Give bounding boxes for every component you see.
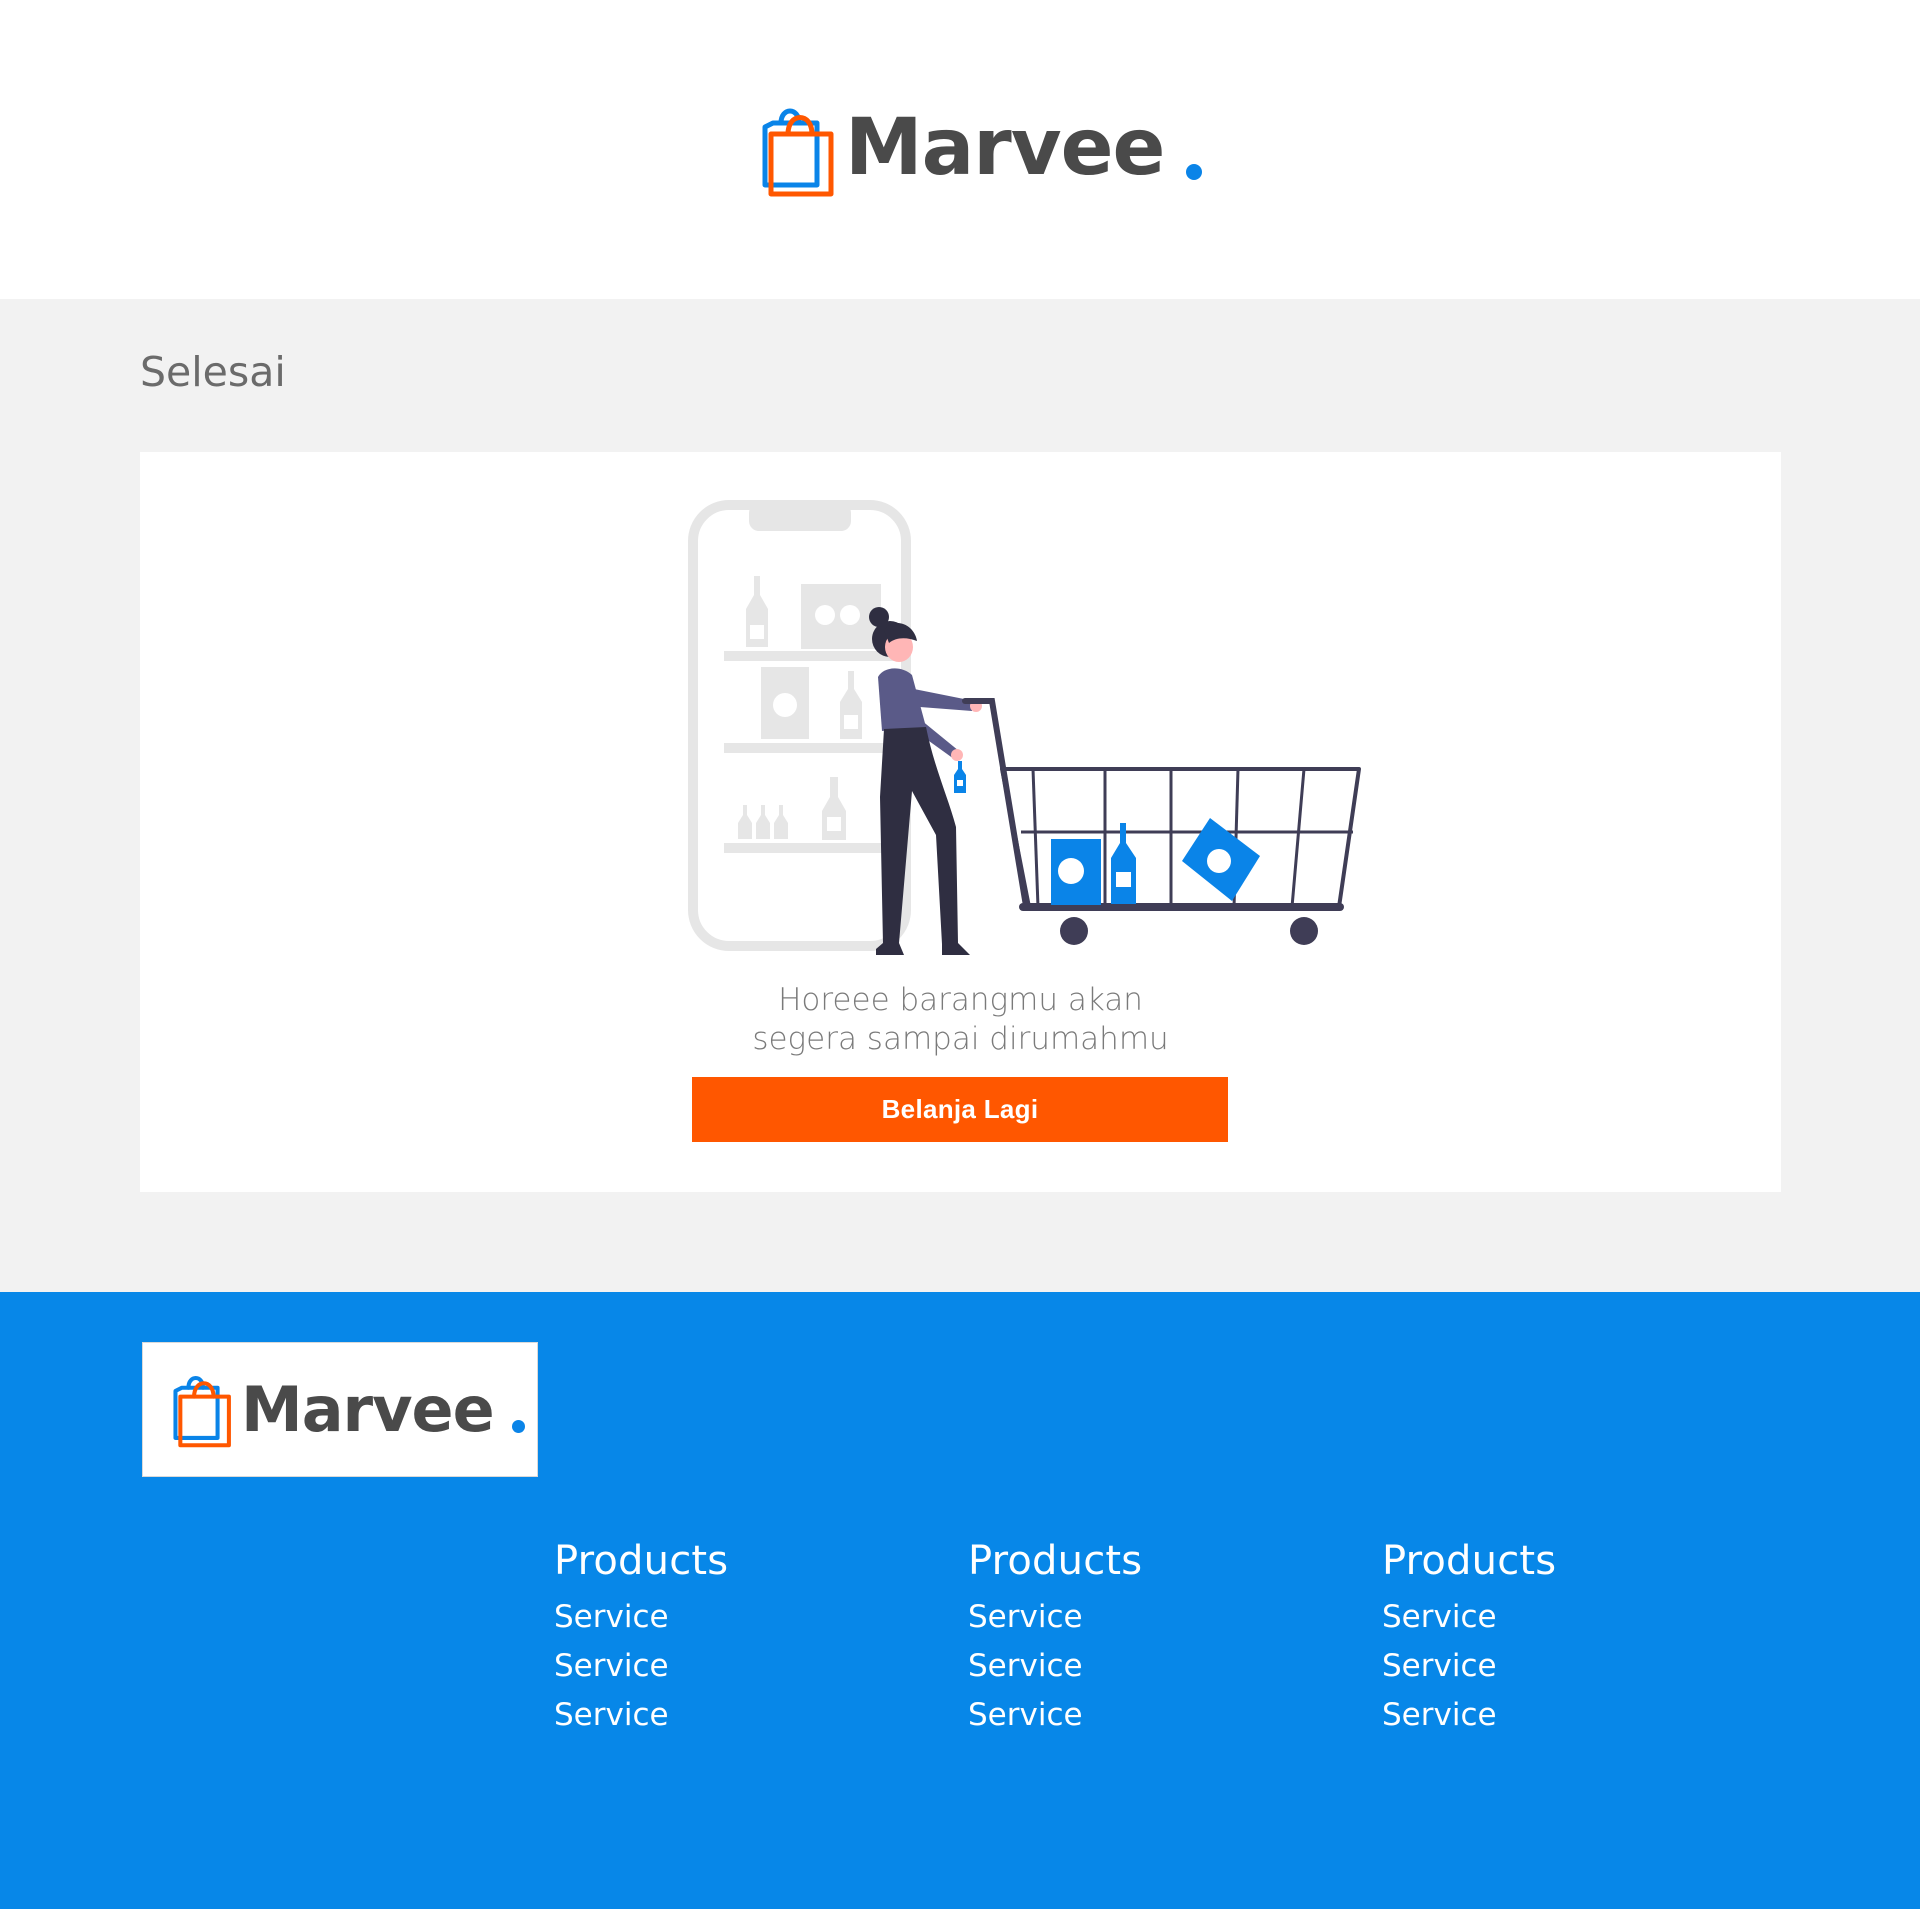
footer-service-link[interactable]: Service xyxy=(554,1642,728,1691)
completion-message-line-2: segera sampai dirumahmu xyxy=(752,1021,1169,1057)
shopping-bag-icon xyxy=(173,1375,231,1447)
footer-service-link[interactable]: Service xyxy=(1382,1642,1556,1691)
completion-message: Horeee barangmu akan segera sampai dirum… xyxy=(140,981,1781,1059)
shopping-cart-illustration xyxy=(688,500,1361,955)
shop-again-button[interactable]: Belanja Lagi xyxy=(692,1077,1228,1142)
footer-brand-name: Marvee xyxy=(241,1372,495,1446)
footer-service-link[interactable]: Service xyxy=(554,1593,728,1642)
shopping-bag-icon xyxy=(762,108,834,197)
footer-service-link[interactable]: Service xyxy=(968,1691,1142,1740)
page-title: Selesai xyxy=(140,348,286,396)
brand-name: Marvee xyxy=(845,102,1165,193)
footer-column-3: Products Service Service Service xyxy=(1382,1537,1556,1740)
brand-logo[interactable]: Marvee xyxy=(757,102,1206,198)
footer-column-1: Products Service Service Service xyxy=(554,1537,728,1740)
footer-column-title: Products xyxy=(554,1538,729,1584)
completion-card: Horeee barangmu akan segera sampai dirum… xyxy=(140,452,1781,1192)
footer-service-link[interactable]: Service xyxy=(1382,1593,1556,1642)
footer-service-link[interactable]: Service xyxy=(1382,1691,1556,1740)
footer-brand-logo[interactable]: Marvee xyxy=(142,1342,538,1477)
brand-dot-mark xyxy=(1186,163,1206,183)
main-content: Selesai Horeee barangmu akan segera samp… xyxy=(0,299,1920,1292)
footer-brand-dot-mark xyxy=(511,1420,528,1436)
site-footer: Marvee Products Service Service Service … xyxy=(0,1292,1920,1909)
footer-service-link[interactable]: Service xyxy=(554,1691,728,1740)
footer-service-link[interactable]: Service xyxy=(968,1642,1142,1691)
footer-column-title: Products xyxy=(968,1538,1143,1584)
footer-column-2: Products Service Service Service xyxy=(968,1537,1142,1740)
footer-service-link[interactable]: Service xyxy=(968,1593,1142,1642)
footer-column-title: Products xyxy=(1382,1538,1557,1584)
site-header: Marvee xyxy=(0,0,1920,299)
completion-message-line-1: Horeee barangmu akan xyxy=(778,982,1143,1018)
